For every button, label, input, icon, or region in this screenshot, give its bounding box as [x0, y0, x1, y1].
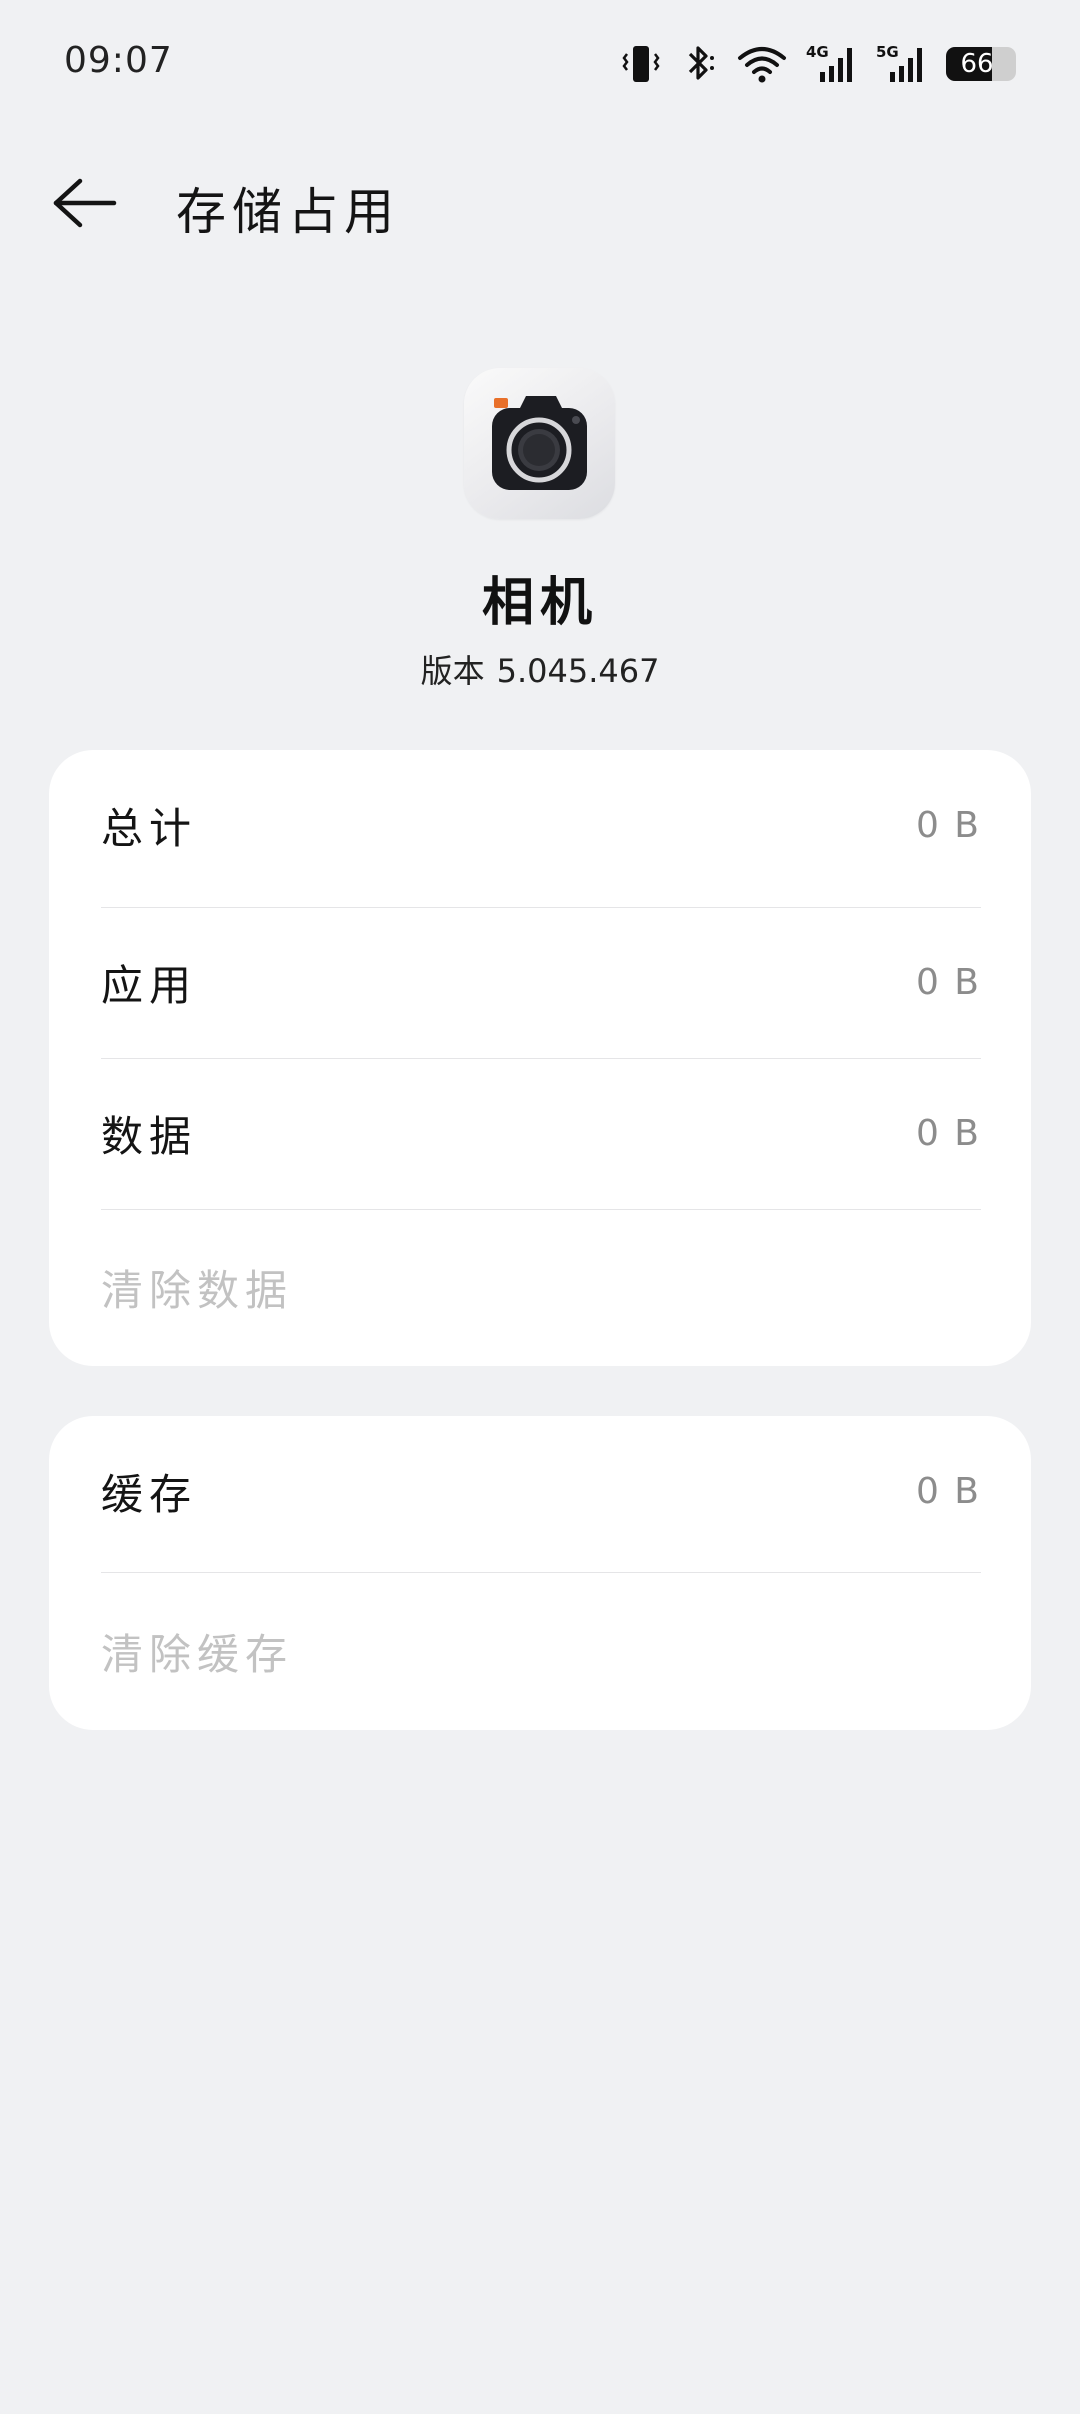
clear-data-button[interactable]: 清除数据 [101, 1212, 981, 1363]
app-size-row: 应用 0 B [101, 907, 981, 1058]
data-value: 0 B [915, 1113, 981, 1154]
battery-icon: 66 [946, 47, 1016, 81]
divider [101, 1572, 981, 1573]
header: 存储占用 [0, 150, 1080, 250]
page-title: 存储占用 [176, 183, 400, 241]
storage-usage-screen: 09:07 4G 5G 66 存储占用 相机 版本 5.045.467 总计 0… [0, 0, 1080, 2414]
data-row: 数据 0 B [101, 1058, 981, 1209]
vibrate-icon [620, 42, 662, 86]
back-button[interactable] [40, 168, 130, 238]
battery-text: 66 [960, 49, 994, 79]
network-5g-label: 5G [876, 43, 899, 61]
camera-icon [492, 396, 587, 490]
arrow-left-icon [53, 178, 117, 228]
status-icons: 4G 5G 66 [620, 40, 1016, 88]
signal-5g-icon: 5G [876, 42, 928, 86]
cache-label: 缓存 [101, 1470, 198, 1519]
wifi-icon [736, 42, 788, 86]
app-size-label: 应用 [101, 961, 198, 1010]
app-size-value: 0 B [915, 962, 981, 1003]
storage-card: 总计 0 B 应用 0 B 数据 0 B 清除数据 [49, 750, 1031, 1366]
network-4g-label: 4G [806, 43, 829, 61]
cache-card: 缓存 0 B 清除缓存 [49, 1416, 1031, 1730]
app-name: 相机 [481, 573, 598, 633]
app-icon [464, 368, 615, 519]
status-time: 09:07 [64, 40, 173, 81]
version-label: 版本 [420, 652, 485, 690]
version-number: 5.045.467 [496, 652, 660, 690]
bluetooth-icon [680, 42, 718, 86]
cache-value: 0 B [915, 1471, 981, 1512]
total-label: 总计 [101, 804, 198, 853]
total-row: 总计 0 B [101, 750, 981, 901]
status-bar: 09:07 4G 5G 66 [0, 0, 1080, 130]
data-label: 数据 [101, 1112, 198, 1161]
total-value: 0 B [915, 805, 981, 846]
signal-4g-icon: 4G [806, 42, 858, 86]
clear-cache-label: 清除缓存 [101, 1630, 294, 1679]
divider [101, 1209, 981, 1210]
clear-cache-button[interactable]: 清除缓存 [101, 1576, 981, 1727]
clear-data-label: 清除数据 [101, 1266, 294, 1315]
cache-row: 缓存 0 B [101, 1416, 981, 1567]
app-version: 版本 5.045.467 [0, 646, 1080, 692]
